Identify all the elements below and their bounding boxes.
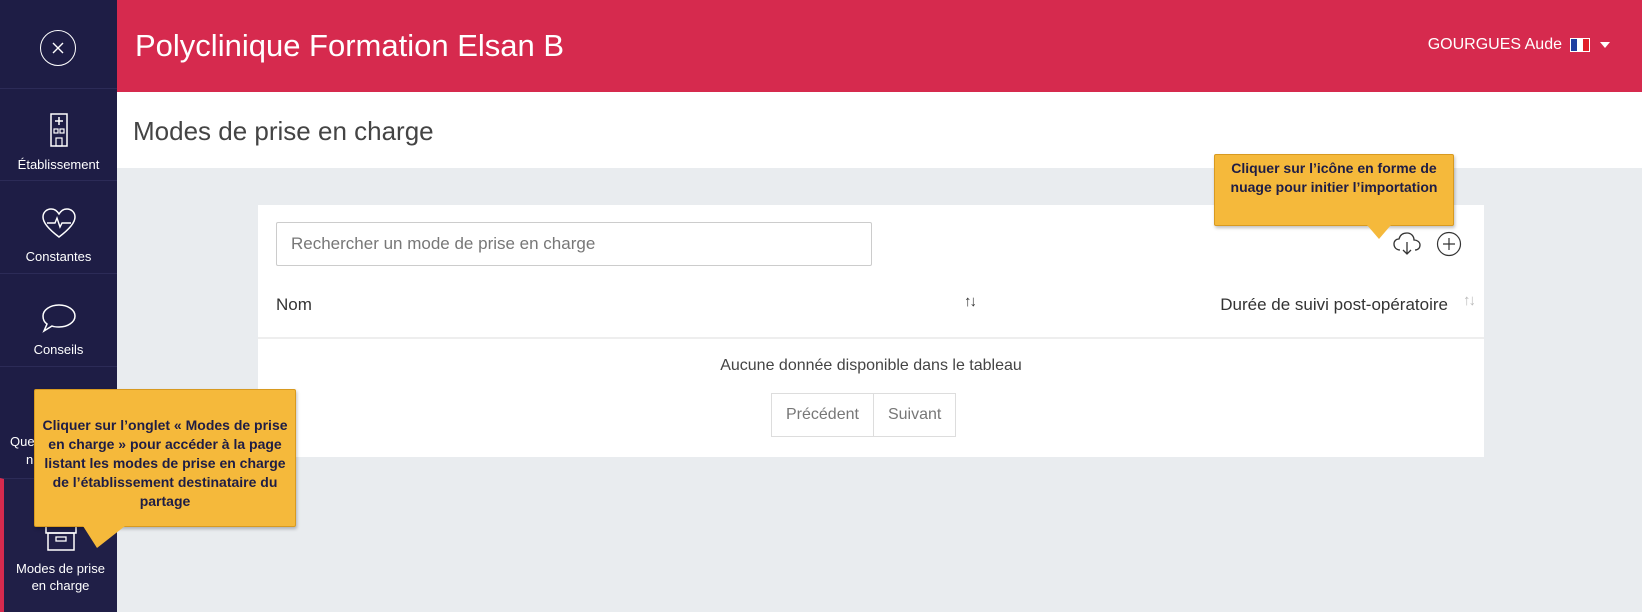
french-flag-icon: [1570, 38, 1590, 52]
top-header: Polyclinique Formation Elsan B GOURGUES …: [117, 0, 1642, 92]
user-name: GOURGUES Aude: [1427, 36, 1562, 53]
search-input[interactable]: [276, 222, 872, 266]
sidebar-item-conseils[interactable]: Conseils: [0, 273, 117, 370]
sidebar-item-label: Modes de prise en charge: [16, 561, 105, 593]
user-menu[interactable]: GOURGUES Aude: [1428, 36, 1610, 54]
tooltip-sidebar-tab: Cliquer sur l’onglet « Modes de prise en…: [34, 389, 296, 548]
sidebar-item-label: n: [26, 452, 34, 467]
sidebar-item-etablissement[interactable]: Établissement: [0, 88, 117, 185]
sidebar-item-constantes[interactable]: Constantes: [0, 180, 117, 277]
heartbeat-icon: [41, 208, 76, 238]
table-header-divider: [258, 337, 1484, 339]
page-title: Modes de prise en charge: [133, 116, 434, 146]
add-circle-icon[interactable]: [1436, 231, 1462, 257]
sidebar-item-label: Établissement: [17, 157, 100, 172]
sidebar-item-label: Constantes: [25, 249, 92, 264]
pagination: Précédent Suivant: [771, 393, 957, 437]
app-title: Polyclinique Formation Elsan B: [135, 28, 565, 63]
table-card: Nom ↑↓ Durée de suivi post-opératoire ↑↓…: [258, 205, 1484, 457]
sidebar-item-label: Conseils: [33, 342, 84, 357]
building-icon: [49, 113, 68, 147]
empty-table-message: Aucune donnée disponible dans le tableau: [720, 357, 1022, 374]
chevron-down-icon: [1600, 42, 1610, 48]
column-header-duree[interactable]: Durée de suivi post-opératoire: [1220, 295, 1448, 315]
sort-icon[interactable]: ↑↓: [964, 293, 977, 310]
column-header-nom[interactable]: Nom: [276, 295, 312, 315]
speech-bubble-icon: [41, 304, 76, 333]
tooltip-cloud-import: Cliquer sur l’icône en forme de nuage po…: [1214, 154, 1454, 239]
cloud-download-icon[interactable]: [1392, 232, 1422, 256]
sort-icon[interactable]: ↑↓: [1463, 292, 1476, 309]
close-icon: [52, 42, 64, 54]
sidebar-item-label: Que: [10, 434, 35, 449]
close-menu-button[interactable]: [40, 30, 76, 66]
next-page-button[interactable]: Suivant: [874, 394, 955, 436]
previous-page-button[interactable]: Précédent: [772, 394, 874, 436]
